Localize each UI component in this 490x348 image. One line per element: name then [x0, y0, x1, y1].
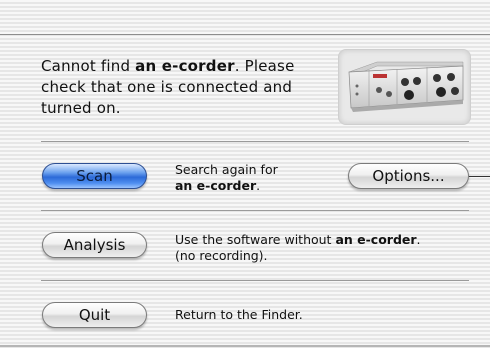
bottom-divider [0, 345, 490, 347]
divider-1 [41, 141, 469, 142]
message-suffix: . Please [234, 57, 295, 75]
analysis-description-prefix: Use the software without [175, 232, 336, 247]
analysis-description-line-2: (no recording). [175, 248, 268, 263]
options-connector-line [469, 176, 490, 177]
scan-description-device: an e-corder [175, 178, 257, 193]
quit-description: Return to the Finder. [175, 307, 303, 323]
message-line-2: check that one is connected and [41, 78, 293, 96]
message-prefix: Cannot find [41, 57, 136, 75]
analysis-button[interactable]: Analysis [42, 232, 147, 258]
message-line-3: turned on. [41, 99, 121, 117]
scan-button[interactable]: Scan [42, 163, 147, 189]
device-picture [348, 61, 464, 112]
quit-button[interactable]: Quit [42, 302, 147, 328]
quit-button-label: Quit [78, 306, 111, 324]
quit-description-text: Return to the Finder. [175, 307, 303, 322]
divider-2 [41, 210, 469, 211]
analysis-description-end: . [416, 232, 421, 247]
options-button-label: Options... [372, 167, 445, 185]
message-device-name: an e-corder [135, 57, 235, 75]
analysis-button-label: Analysis [63, 236, 126, 254]
top-divider [0, 34, 490, 35]
scan-button-label: Scan [76, 167, 113, 185]
scan-description: Search again for an e-corder. [175, 162, 278, 194]
scan-description-line-1: Search again for [175, 162, 278, 177]
divider-3 [41, 280, 469, 281]
e-corder-device-icon [338, 49, 471, 125]
scan-description-end: . [256, 178, 261, 193]
analysis-description: Use the software without an e-corder. (n… [175, 232, 421, 264]
analysis-description-device: an e-corder [335, 232, 417, 247]
status-message: Cannot find an e-corder. Please check th… [41, 56, 333, 119]
options-button[interactable]: Options... [348, 163, 469, 189]
